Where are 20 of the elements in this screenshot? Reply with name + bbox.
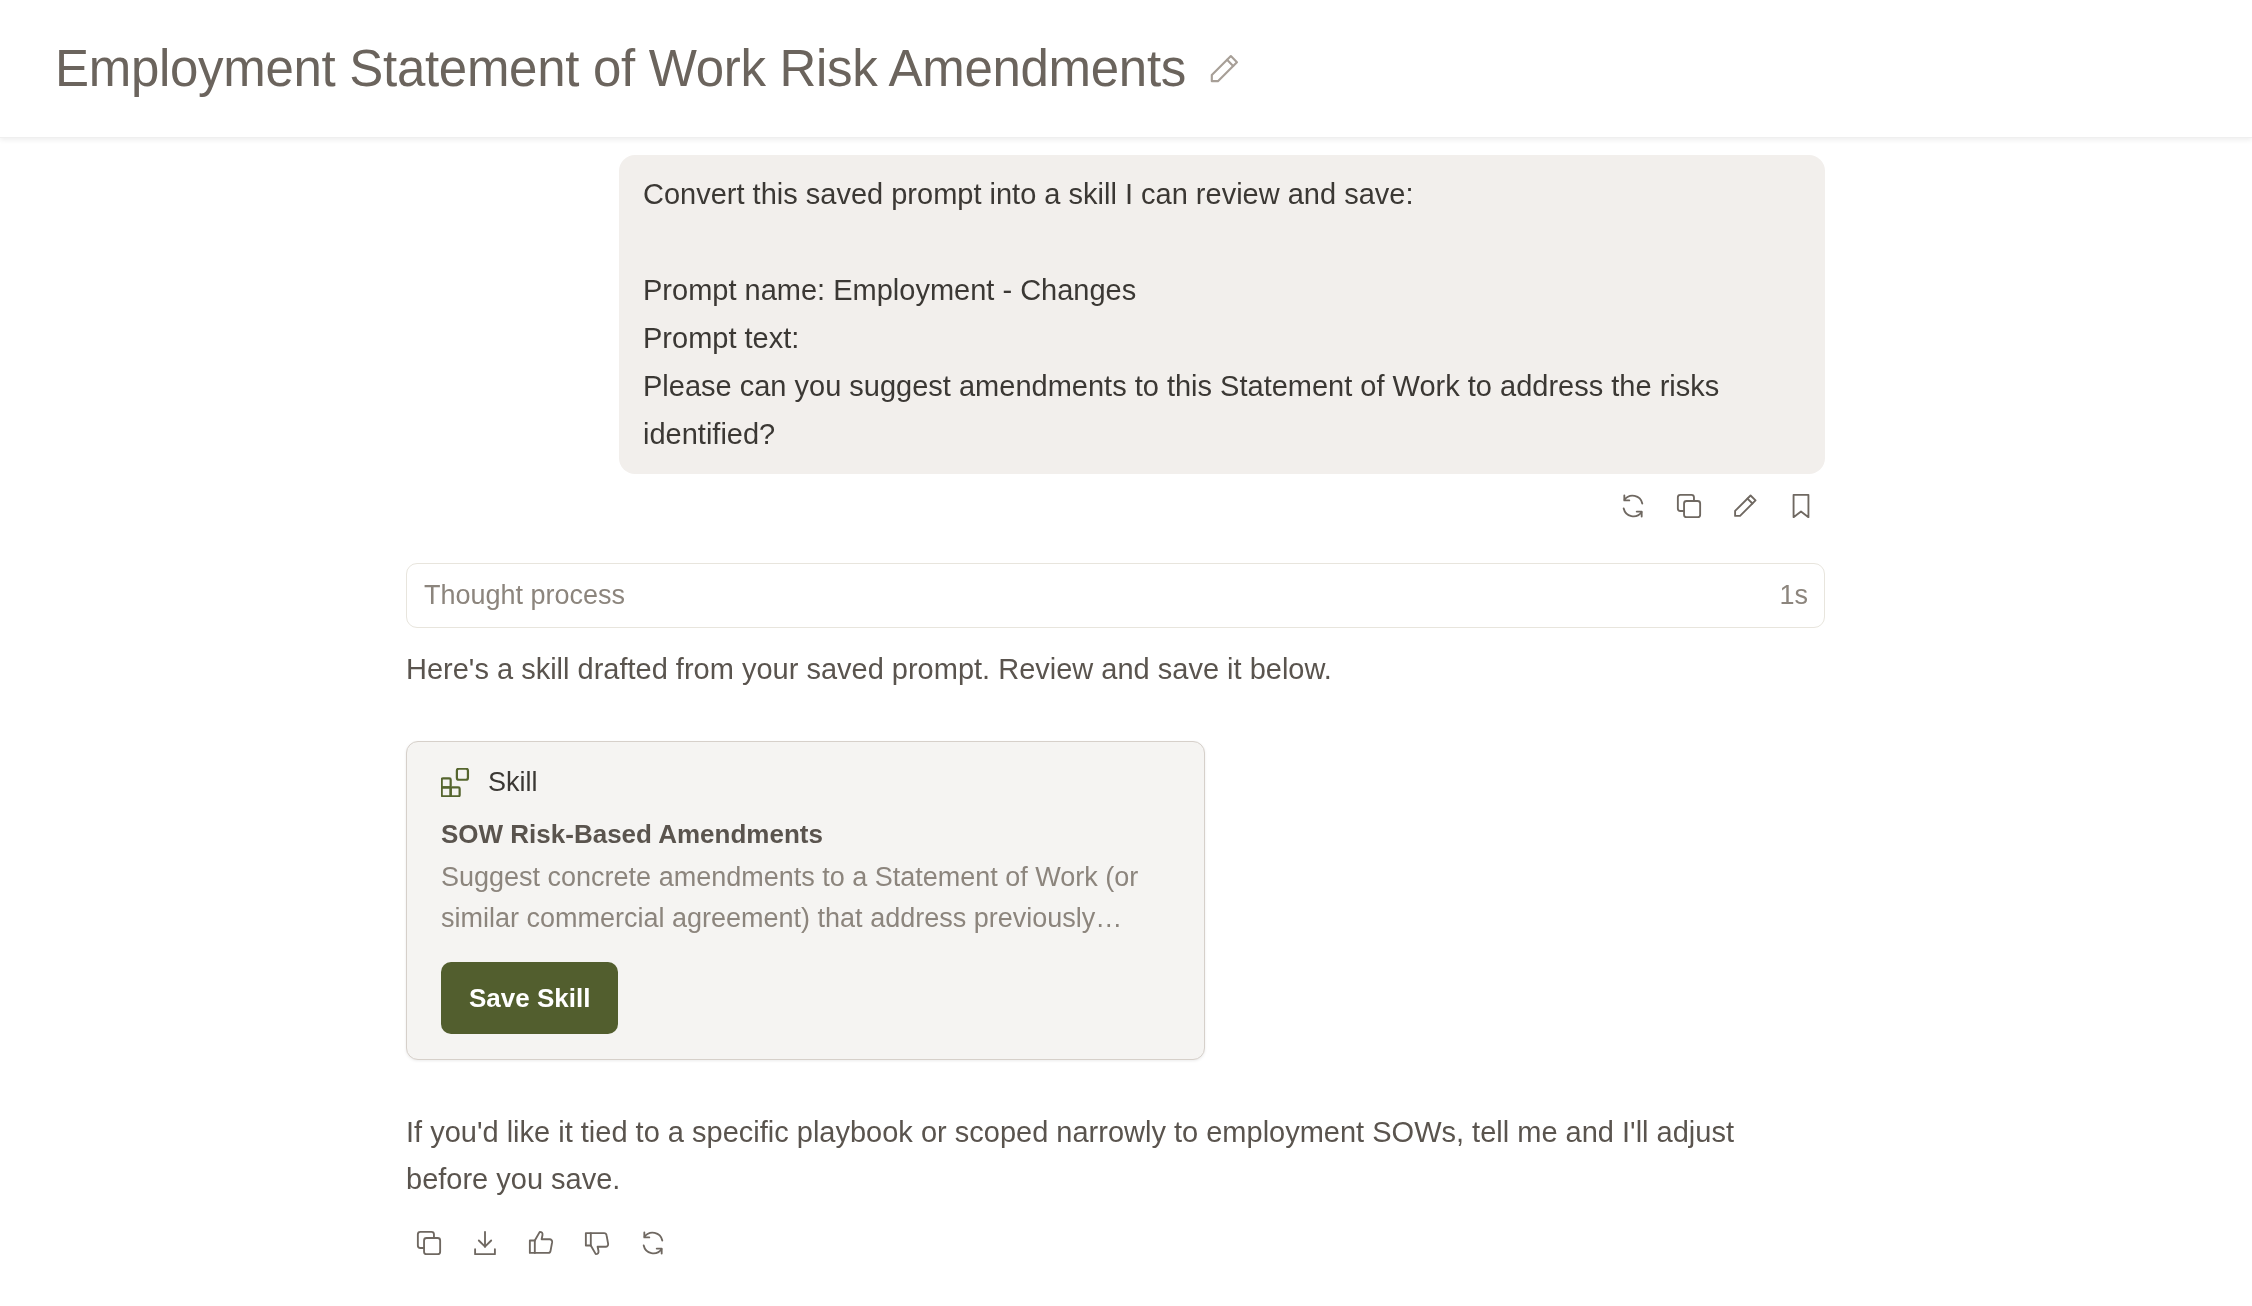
save-skill-button[interactable]: Save Skill — [441, 962, 619, 1034]
thought-process-bar[interactable]: Thought process 1s — [406, 563, 1825, 628]
message-text: Convert this saved prompt into a skill I can review and save: Prompt name: Employment - Changes Prompt text: Please can you suggest amendments to this Statement of Work to address the risks identified? — [643, 177, 1721, 452]
blocks-icon — [441, 767, 470, 797]
duration-label: 1s — [1779, 580, 1808, 611]
download-icon[interactable] — [472, 1230, 498, 1256]
thumbs-up-icon[interactable] — [528, 1230, 554, 1256]
copy-icon[interactable] — [416, 1230, 442, 1256]
pencil-icon[interactable] — [1732, 493, 1758, 519]
skill-type-label: Skill — [488, 766, 538, 798]
copy-icon[interactable] — [1676, 493, 1702, 519]
skill-title: SOW Risk-Based Amendments — [441, 818, 823, 851]
skill-description: Suggest concrete amendments to a Statement of Work (or similar commercial agreement) that address previously… — [441, 861, 1140, 935]
conversation-title: Employment Statement of Work Risk Amendments — [55, 38, 1186, 99]
response-text: Here's a skill drafted from your saved prompt. Review and save it below. — [406, 652, 1333, 687]
retry-icon[interactable] — [640, 1230, 666, 1256]
thumbs-down-icon[interactable] — [584, 1230, 610, 1256]
response-text: If you'd like it tied to a specific playbook or scoped narrowly to employment SOWs, tell me and I'll adjust before you save. — [406, 1115, 1735, 1197]
retry-icon[interactable] — [1620, 493, 1646, 519]
thought-process-label: Thought process — [424, 580, 626, 611]
